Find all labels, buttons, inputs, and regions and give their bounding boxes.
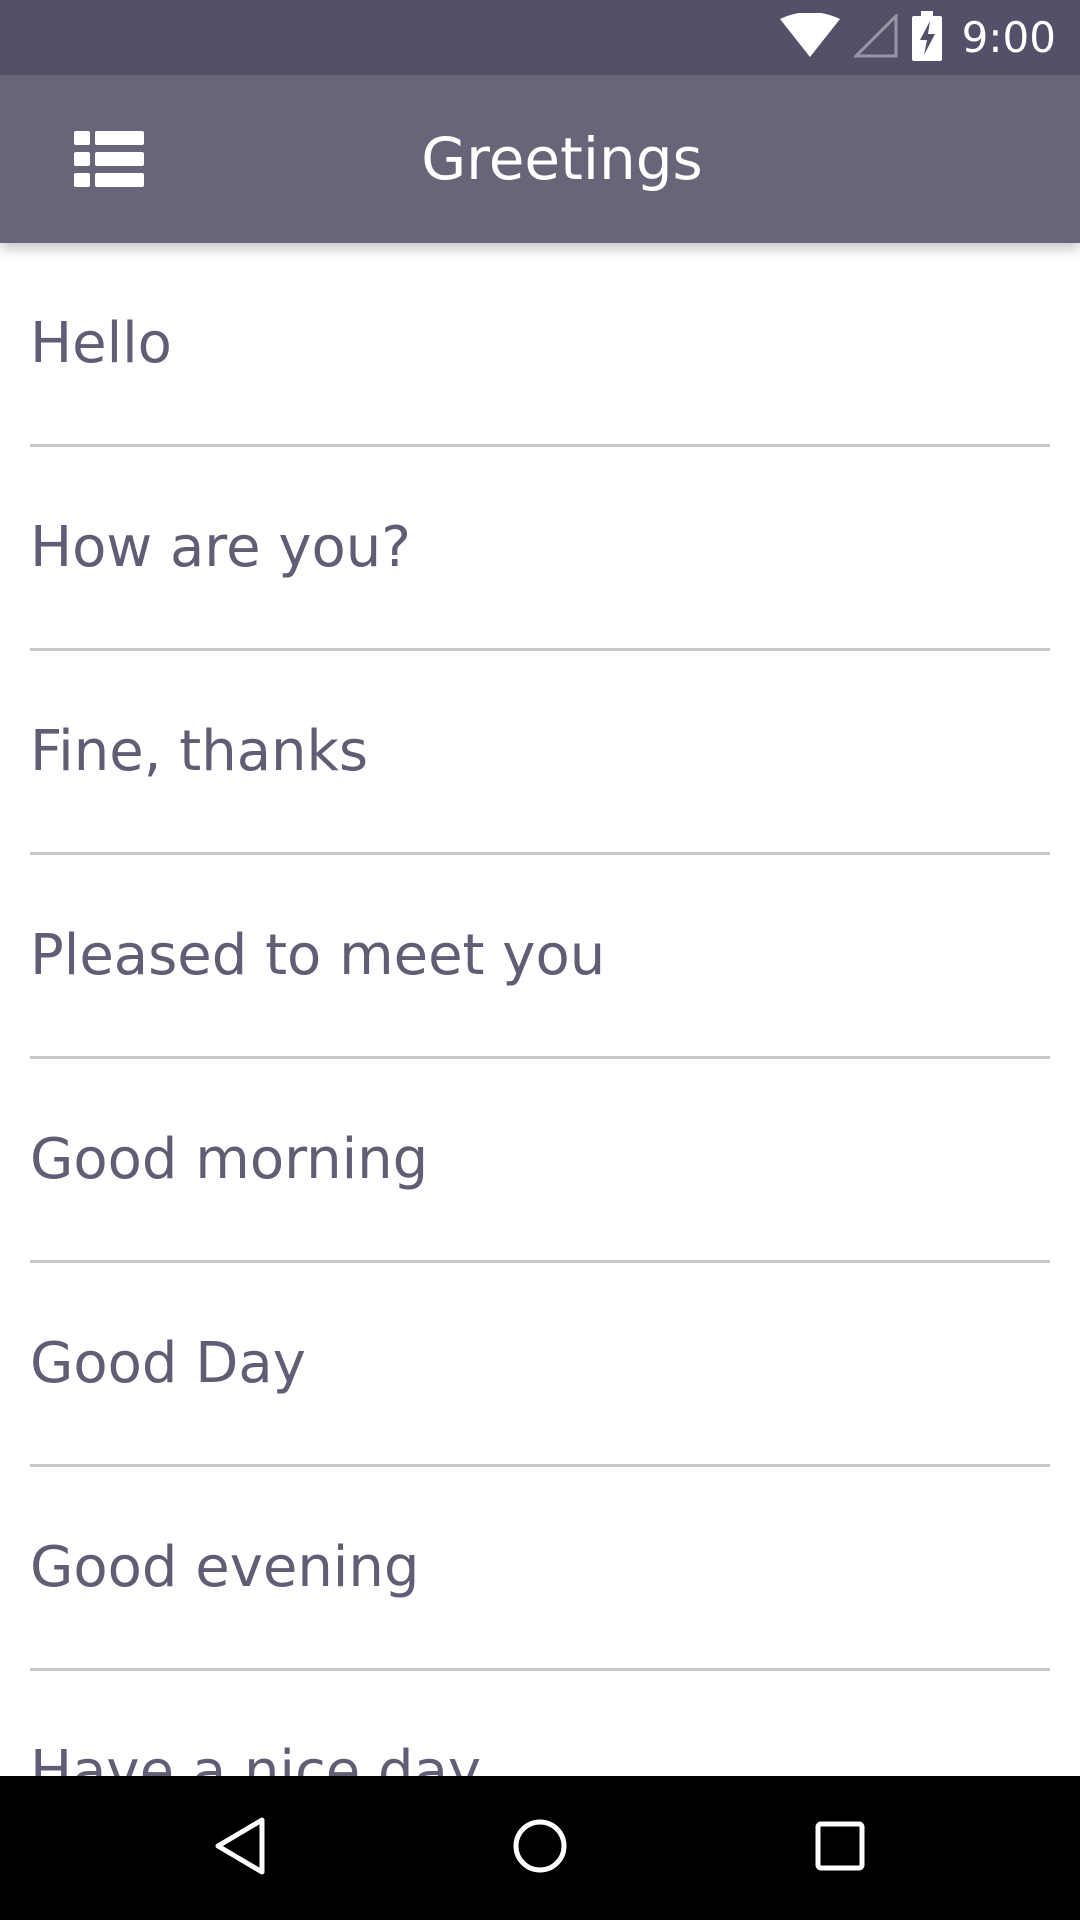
list-item-fine-thanks[interactable]: Fine, thanks [30, 651, 1050, 855]
list-item-label: Hello [30, 311, 172, 376]
app-bar: Greetings [0, 75, 1080, 243]
list-item-pleased-to-meet-you[interactable]: Pleased to meet you [30, 855, 1050, 1059]
recents-icon [815, 1821, 865, 1875]
back-button[interactable] [160, 1776, 320, 1920]
list-item-label: Have a nice day [30, 1739, 482, 1776]
home-button[interactable] [460, 1776, 620, 1920]
list-item-label: Good morning [30, 1127, 429, 1192]
back-icon [212, 1816, 268, 1880]
wifi-icon [779, 11, 840, 63]
list-item-label: Good Day [30, 1331, 306, 1396]
list-item-good-day[interactable]: Good Day [30, 1263, 1050, 1467]
greetings-list[interactable]: Hello How are you? Fine, thanks Pleased … [0, 243, 1080, 1776]
status-icons: 9:00 [779, 0, 1056, 75]
status-bar: 9:00 [0, 0, 1080, 75]
recents-button[interactable] [760, 1776, 920, 1920]
list-item-have-a-nice-day[interactable]: Have a nice day [30, 1671, 1050, 1776]
home-icon [512, 1818, 568, 1878]
list-item-good-evening[interactable]: Good evening [30, 1467, 1050, 1671]
list-item-label: How are you? [30, 515, 411, 580]
cell-signal-icon [852, 11, 898, 62]
list-item-hello[interactable]: Hello [30, 243, 1050, 447]
list-item-label: Pleased to meet you [30, 923, 606, 988]
list-item-good-morning[interactable]: Good morning [30, 1059, 1050, 1263]
status-time: 9:00 [961, 13, 1056, 62]
list-item-label: Good evening [30, 1535, 420, 1600]
list-item-how-are-you[interactable]: How are you? [30, 447, 1050, 651]
battery-charging-icon [911, 10, 942, 65]
page-title: Greetings [421, 125, 703, 193]
list-item-label: Fine, thanks [30, 719, 369, 784]
navigation-bar [0, 1776, 1080, 1920]
app-screen: 9:00 Greetings Hello How are you? Fine, … [0, 0, 1080, 1920]
